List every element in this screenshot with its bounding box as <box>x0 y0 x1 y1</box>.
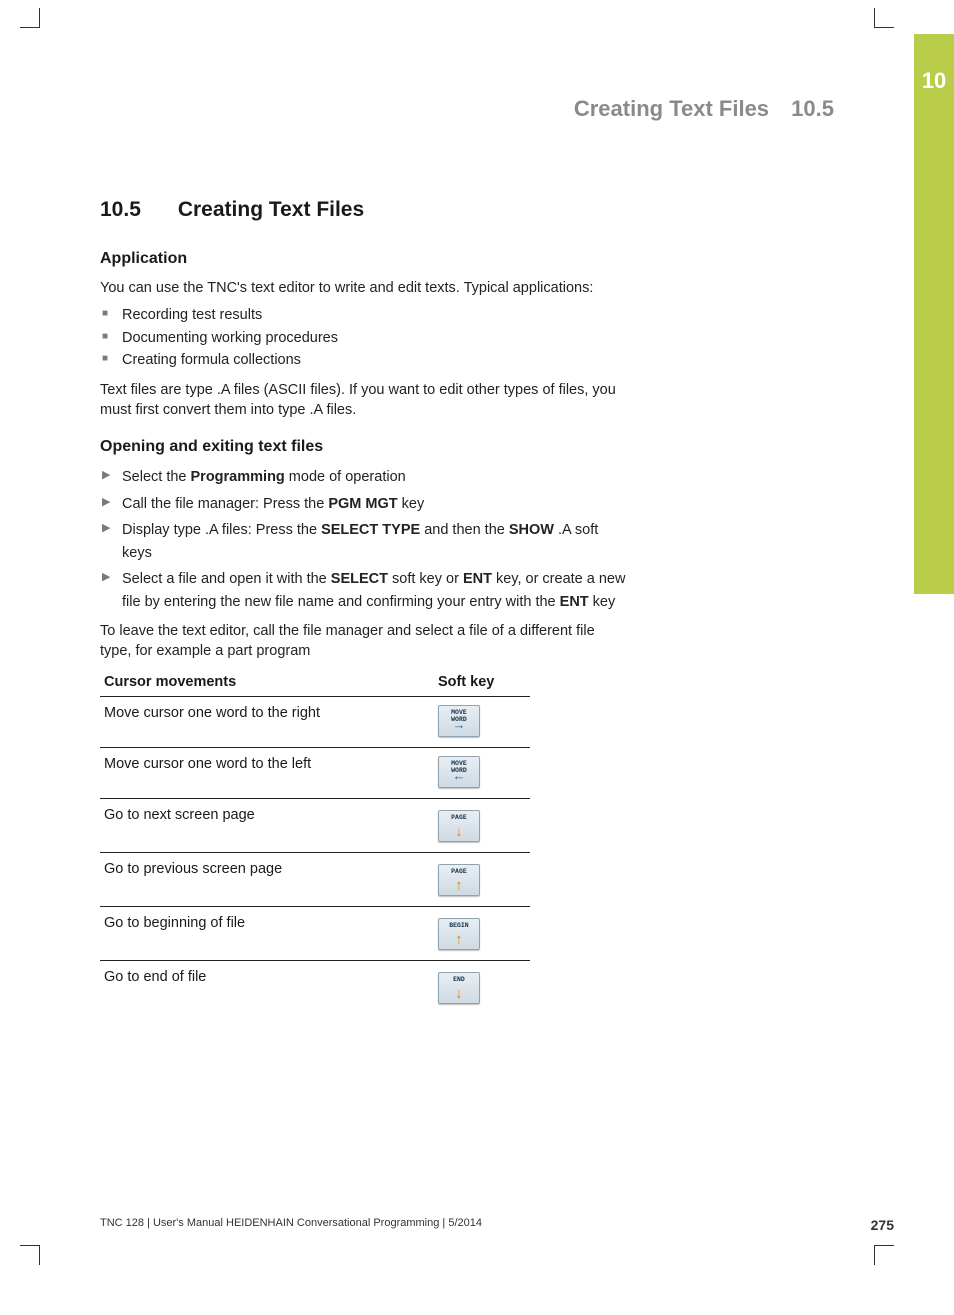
cursor-movements-table: Cursor movements Soft key Move cursor on… <box>100 668 530 1014</box>
softkey-icon: PAGE↓ <box>438 810 480 842</box>
softkey-cell: MOVE WORD→ <box>434 696 530 747</box>
softkey-icon: MOVE WORD← <box>438 756 480 788</box>
table-row: Go to previous screen pagePAGE↑ <box>100 852 530 906</box>
table-row: Go to end of fileEND↓ <box>100 960 530 1014</box>
arrow-right-icon: → <box>439 719 479 733</box>
crop-mark <box>20 8 40 28</box>
softkey-cell: PAGE↑ <box>434 852 530 906</box>
crop-mark <box>874 8 894 28</box>
opening-leave: To leave the text editor, call the file … <box>100 621 630 662</box>
table-row: Go to beginning of fileBEGIN↑ <box>100 906 530 960</box>
section-title: Creating Text Files <box>178 198 364 221</box>
softkey-cell: MOVE WORD← <box>434 747 530 798</box>
list-item: Select the Programming mode of operation <box>100 466 630 488</box>
opening-steps-list: Select the Programming mode of operation… <box>100 466 630 613</box>
list-item: Display type .A files: Press the SELECT … <box>100 519 630 564</box>
table-row: Move cursor one word to the leftMOVE WOR… <box>100 747 530 798</box>
arrow-down-icon: ↓ <box>439 825 479 842</box>
cursor-movement-desc: Go to end of file <box>100 960 434 1014</box>
subheading-opening: Opening and exiting text files <box>100 438 630 456</box>
running-header-title: Creating Text Files <box>574 96 769 121</box>
softkey-icon: PAGE↑ <box>438 864 480 896</box>
arrow-down-icon: ↓ <box>439 987 479 1004</box>
page-number: 275 <box>871 1217 894 1233</box>
footer: TNC 128 | User's Manual HEIDENHAIN Conve… <box>100 1217 894 1233</box>
crop-mark <box>20 1245 40 1265</box>
table-header: Soft key <box>434 668 530 697</box>
table-header: Cursor movements <box>100 668 434 697</box>
application-bullet-list: Recording test results Documenting worki… <box>100 304 630 371</box>
list-item: Creating formula collections <box>100 349 630 371</box>
list-item: Documenting working procedures <box>100 327 630 349</box>
arrow-up-icon: ↑ <box>439 879 479 896</box>
softkey-icon: END↓ <box>438 972 480 1004</box>
footer-text: TNC 128 | User's Manual HEIDENHAIN Conve… <box>100 1217 482 1229</box>
softkey-cell: BEGIN↑ <box>434 906 530 960</box>
arrow-left-icon: ← <box>439 770 479 784</box>
cursor-movement-desc: Go to previous screen page <box>100 852 434 906</box>
table-row: Go to next screen pagePAGE↓ <box>100 798 530 852</box>
running-header: Creating Text Files 10.5 <box>574 96 834 122</box>
list-item: Recording test results <box>100 304 630 326</box>
application-intro: You can use the TNC's text editor to wri… <box>100 278 630 298</box>
list-item: Call the file manager: Press the PGM MGT… <box>100 493 630 515</box>
softkey-icon: MOVE WORD→ <box>438 705 480 737</box>
table-row: Move cursor one word to the rightMOVE WO… <box>100 696 530 747</box>
list-item: Select a file and open it with the SELEC… <box>100 568 630 613</box>
softkey-cell: END↓ <box>434 960 530 1014</box>
cursor-movement-desc: Move cursor one word to the right <box>100 696 434 747</box>
subheading-application: Application <box>100 250 630 268</box>
cursor-movement-desc: Move cursor one word to the left <box>100 747 434 798</box>
softkey-icon: BEGIN↑ <box>438 918 480 950</box>
section-number: 10.5 <box>100 198 172 222</box>
arrow-up-icon: ↑ <box>439 933 479 950</box>
cursor-movement-desc: Go to beginning of file <box>100 906 434 960</box>
application-note: Text files are type .A files (ASCII file… <box>100 380 630 421</box>
section-heading: 10.5 Creating Text Files <box>100 198 630 222</box>
running-header-number: 10.5 <box>791 96 834 121</box>
crop-mark <box>874 1245 894 1265</box>
cursor-movement-desc: Go to next screen page <box>100 798 434 852</box>
softkey-cell: PAGE↓ <box>434 798 530 852</box>
chapter-tab: 10 <box>914 34 954 594</box>
